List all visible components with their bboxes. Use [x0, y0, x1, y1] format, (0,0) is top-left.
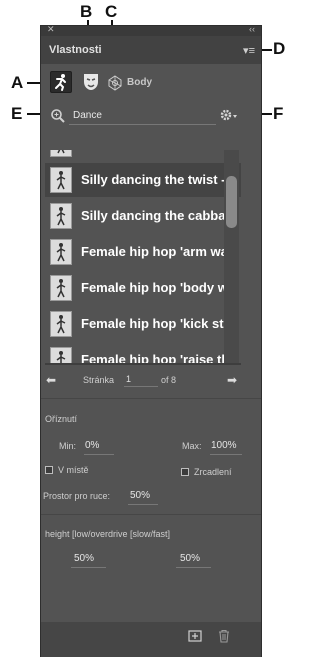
property-tabs: Body	[41, 64, 261, 100]
in-place-checkbox[interactable]	[45, 466, 53, 474]
max-underline	[210, 454, 242, 455]
list-item-label: Silly dancing the cabbag	[81, 208, 234, 223]
dancing-figure-icon	[55, 74, 66, 91]
height-right-underline	[176, 567, 211, 568]
list-item[interactable]: Silly dancing the cabbag	[45, 199, 241, 233]
next-page-icon[interactable]: ➡	[227, 373, 237, 387]
callout-b: B	[80, 2, 93, 21]
search-icon	[51, 109, 65, 123]
page-input[interactable]	[124, 372, 158, 387]
callout-c: C	[105, 2, 118, 21]
list-item[interactable]: Female hip hop 'arm wa	[45, 235, 241, 269]
height-left-value[interactable]: 50%	[74, 553, 94, 564]
max-label: Max:	[182, 441, 202, 451]
animation-list: Silly dancing the twist - Silly dancing …	[45, 150, 241, 364]
trim-heading: Oříznutí	[45, 414, 78, 424]
callout-f: F	[273, 104, 284, 123]
mask-icon	[84, 74, 98, 90]
search-input[interactable]	[69, 107, 216, 125]
list-item[interactable]: Female hip hop 'kick ste	[45, 307, 241, 341]
body-camera-icon	[108, 75, 122, 91]
search-row	[41, 104, 261, 130]
list-divider	[45, 363, 241, 365]
list-item-label: Silly dancing the twist -	[81, 172, 226, 187]
page-count: of 8	[161, 375, 177, 385]
height-right-value[interactable]: 50%	[180, 553, 200, 564]
list-item-label: Female hip hop 'arm wa	[81, 244, 228, 259]
thumbnail	[50, 239, 72, 265]
min-label: Min:	[59, 441, 77, 451]
thumbnail	[50, 347, 72, 364]
height-left-underline	[71, 567, 106, 568]
max-value[interactable]: 100%	[211, 440, 237, 451]
list-item-label: Female hip hop 'kick ste	[81, 316, 231, 331]
list-item-label: Female hip hop 'body w	[81, 280, 228, 295]
hand-space-value[interactable]: 50%	[130, 490, 150, 501]
thumbnail	[50, 167, 72, 193]
scrollbar-thumb[interactable]	[226, 176, 237, 228]
mirror-label: Zrcadlení	[194, 467, 232, 477]
hand-space-label: Prostor pro ruce:	[43, 491, 111, 501]
divider	[41, 514, 261, 515]
page-label: Stránka	[83, 375, 115, 385]
prev-page-icon[interactable]: ⬅	[46, 373, 56, 387]
tab-animation[interactable]	[50, 71, 72, 93]
thumbnail	[50, 203, 72, 229]
new-preset-icon[interactable]	[188, 629, 202, 643]
trash-icon[interactable]	[217, 629, 231, 643]
collapse-icon[interactable]: ‹‹	[249, 24, 255, 34]
divider	[41, 398, 261, 399]
panel-title: Vlastnosti	[49, 44, 102, 56]
list-item[interactable]: Female hip hop 'body w	[45, 271, 241, 305]
panel-menu-icon[interactable]: ▾≡	[243, 44, 255, 57]
height-heading: height [low/overdrive [slow/fast]	[45, 529, 171, 539]
list-item[interactable]	[45, 150, 241, 161]
close-icon[interactable]: ✕	[47, 24, 55, 35]
min-underline	[84, 454, 114, 455]
panel-titlebar: Vlastnosti ▾≡	[41, 36, 261, 64]
panel-topbar: ✕ ‹‹	[41, 24, 261, 36]
gear-icon[interactable]	[220, 108, 240, 122]
tab-face[interactable]	[80, 71, 102, 93]
min-value[interactable]: 0%	[85, 440, 99, 451]
tab-body[interactable]	[106, 74, 124, 92]
callout-d: D	[273, 39, 286, 58]
panel-footer	[41, 622, 261, 657]
tab-body-label[interactable]: Body	[127, 77, 152, 88]
callout-a: A	[11, 73, 24, 92]
thumbnail	[50, 275, 72, 301]
thumbnail	[50, 311, 72, 337]
mirror-checkbox[interactable]	[181, 468, 189, 476]
callout-e: E	[11, 104, 23, 123]
list-item[interactable]: Silly dancing the twist -	[45, 163, 241, 197]
hand-space-underline	[128, 504, 158, 505]
in-place-label: V místě	[58, 465, 89, 475]
thumbnail	[50, 150, 72, 157]
pager: ⬅ Stránka of 8 ➡	[41, 370, 261, 392]
list-item[interactable]: Female hip hop 'raise th	[45, 343, 241, 364]
properties-panel: ✕ ‹‹ Vlastnosti ▾≡ Body Dance Silly danc…	[40, 24, 262, 657]
